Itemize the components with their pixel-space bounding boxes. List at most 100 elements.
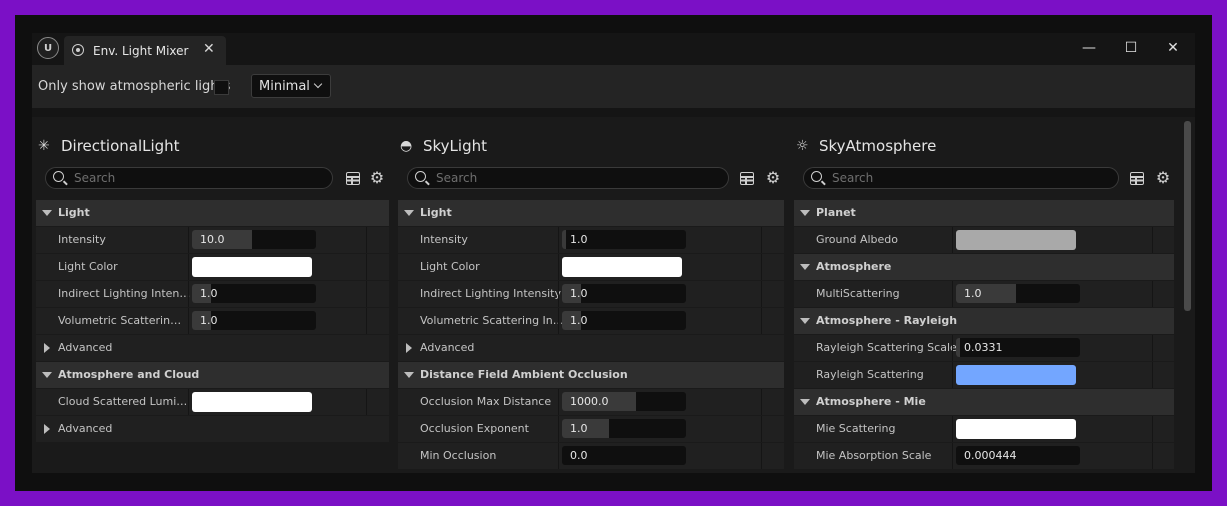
table-view-icon[interactable] bbox=[740, 172, 754, 185]
number-spinbox[interactable]: 0.000444 bbox=[956, 446, 1080, 465]
color-swatch[interactable] bbox=[956, 230, 1076, 250]
column-divider[interactable] bbox=[952, 362, 953, 388]
column-divider[interactable] bbox=[558, 227, 559, 253]
scrollbar-thumb[interactable] bbox=[1184, 121, 1191, 311]
number-spinbox[interactable]: 1.0 bbox=[192, 311, 316, 330]
color-swatch[interactable] bbox=[956, 419, 1076, 439]
property-row: MultiScattering 1.0 bbox=[794, 281, 1174, 307]
collapse-arrow-icon[interactable] bbox=[800, 318, 810, 324]
category-row[interactable]: Distance Field Ambient Occlusion bbox=[398, 362, 784, 388]
property-name: Rayleigh Scattering bbox=[816, 368, 924, 381]
search-icon bbox=[811, 171, 822, 182]
property-row: Cloud Scattered Lumi… bbox=[36, 389, 389, 415]
gear-icon[interactable]: ⚙ bbox=[765, 170, 781, 186]
color-swatch[interactable] bbox=[192, 392, 312, 412]
advanced-row[interactable]: Advanced bbox=[36, 335, 389, 361]
property-name: Light Color bbox=[420, 260, 480, 273]
column-divider[interactable] bbox=[952, 443, 953, 469]
color-swatch[interactable] bbox=[562, 257, 682, 277]
column-divider[interactable] bbox=[188, 227, 189, 253]
view-mode-dropdown[interactable]: Minimal bbox=[251, 74, 331, 98]
number-spinbox[interactable]: 1.0 bbox=[562, 419, 686, 438]
collapse-arrow-icon[interactable] bbox=[800, 399, 810, 405]
panel-sky-light: ◓ SkyLight Search ⚙ Light Intensity 1.0 Light C… bbox=[394, 117, 788, 473]
search-input[interactable]: Search bbox=[407, 167, 729, 189]
number-spinbox[interactable]: 1.0 bbox=[956, 284, 1080, 303]
number-spinbox[interactable]: 10.0 bbox=[192, 230, 316, 249]
column-divider[interactable] bbox=[558, 281, 559, 307]
column-divider bbox=[1152, 281, 1153, 307]
search-placeholder: Search bbox=[436, 171, 478, 185]
search-input[interactable]: Search bbox=[803, 167, 1119, 189]
column-divider bbox=[366, 389, 367, 415]
panel-title: SkyLight bbox=[423, 137, 487, 155]
search-input[interactable]: Search bbox=[45, 167, 333, 189]
column-divider[interactable] bbox=[558, 389, 559, 415]
column-divider[interactable] bbox=[188, 254, 189, 280]
column-divider[interactable] bbox=[952, 227, 953, 253]
collapse-arrow-icon[interactable] bbox=[42, 372, 52, 378]
category-row[interactable]: Planet bbox=[794, 200, 1174, 226]
number-spinbox[interactable]: 1.0 bbox=[562, 230, 686, 249]
tab-close-icon[interactable]: ✕ bbox=[203, 41, 215, 57]
column-divider[interactable] bbox=[952, 335, 953, 361]
expand-arrow-icon[interactable] bbox=[406, 343, 412, 353]
expand-arrow-icon[interactable] bbox=[44, 343, 50, 353]
category-label: Planet bbox=[816, 206, 856, 219]
table-view-icon[interactable] bbox=[1130, 172, 1144, 185]
number-spinbox[interactable]: 1.0 bbox=[562, 284, 686, 303]
column-divider[interactable] bbox=[188, 281, 189, 307]
category-label: Light bbox=[58, 206, 90, 219]
number-spinbox[interactable]: 1000.0 bbox=[562, 392, 686, 411]
column-divider[interactable] bbox=[952, 416, 953, 442]
column-divider bbox=[366, 308, 367, 334]
number-spinbox[interactable]: 0.0 bbox=[562, 446, 686, 465]
color-swatch[interactable] bbox=[192, 257, 312, 277]
column-divider[interactable] bbox=[558, 416, 559, 442]
category-row[interactable]: Light bbox=[36, 200, 389, 226]
property-name: Min Occlusion bbox=[420, 449, 497, 462]
property-name: Indirect Lighting Intensity bbox=[420, 287, 561, 300]
category-row[interactable]: Atmosphere - Rayleigh bbox=[794, 308, 1174, 334]
expand-arrow-icon[interactable] bbox=[44, 424, 50, 434]
gear-icon[interactable]: ⚙ bbox=[369, 170, 385, 186]
property-name: Ground Albedo bbox=[816, 233, 899, 246]
advanced-row[interactable]: Advanced bbox=[398, 335, 784, 361]
category-label: Atmosphere - Rayleigh bbox=[816, 314, 958, 327]
column-divider[interactable] bbox=[952, 281, 953, 307]
number-spinbox[interactable]: 0.0331 bbox=[956, 338, 1080, 357]
title-bar[interactable]: U Env. Light Mixer ✕ — ☐ ✕ bbox=[32, 33, 1195, 65]
minimize-button[interactable]: — bbox=[1075, 36, 1103, 60]
category-row[interactable]: Atmosphere - Mie bbox=[794, 389, 1174, 415]
category-row[interactable]: Atmosphere and Cloud bbox=[36, 362, 389, 388]
advanced-row[interactable]: Advanced bbox=[36, 416, 389, 442]
column-divider[interactable] bbox=[188, 308, 189, 334]
column-divider bbox=[1152, 362, 1153, 388]
tab-env-light-mixer[interactable]: Env. Light Mixer ✕ bbox=[64, 36, 226, 65]
category-row[interactable]: Atmosphere bbox=[794, 254, 1174, 280]
collapse-arrow-icon[interactable] bbox=[404, 372, 414, 378]
close-button[interactable]: ✕ bbox=[1159, 36, 1187, 60]
column-divider bbox=[761, 443, 762, 469]
table-view-icon[interactable] bbox=[346, 172, 360, 185]
collapse-arrow-icon[interactable] bbox=[404, 210, 414, 216]
category-row[interactable]: Light bbox=[398, 200, 784, 226]
collapse-arrow-icon[interactable] bbox=[800, 264, 810, 270]
property-row: Intensity 1.0 bbox=[398, 227, 784, 253]
property-row: Rayleigh Scattering Scale 0.0331 bbox=[794, 335, 1174, 361]
column-divider[interactable] bbox=[558, 443, 559, 469]
collapse-arrow-icon[interactable] bbox=[800, 210, 810, 216]
number-spinbox[interactable]: 1.0 bbox=[562, 311, 686, 330]
column-divider[interactable] bbox=[558, 308, 559, 334]
number-spinbox[interactable]: 1.0 bbox=[192, 284, 316, 303]
unreal-logo-icon: U bbox=[37, 37, 59, 59]
column-divider[interactable] bbox=[558, 254, 559, 280]
atmospheric-lights-checkbox[interactable] bbox=[214, 80, 229, 95]
maximize-button[interactable]: ☐ bbox=[1117, 36, 1145, 60]
advanced-label: Advanced bbox=[58, 341, 113, 354]
column-divider bbox=[1152, 443, 1153, 469]
color-swatch[interactable] bbox=[956, 365, 1076, 385]
column-divider[interactable] bbox=[188, 389, 189, 415]
gear-icon[interactable]: ⚙ bbox=[1155, 170, 1171, 186]
collapse-arrow-icon[interactable] bbox=[42, 210, 52, 216]
